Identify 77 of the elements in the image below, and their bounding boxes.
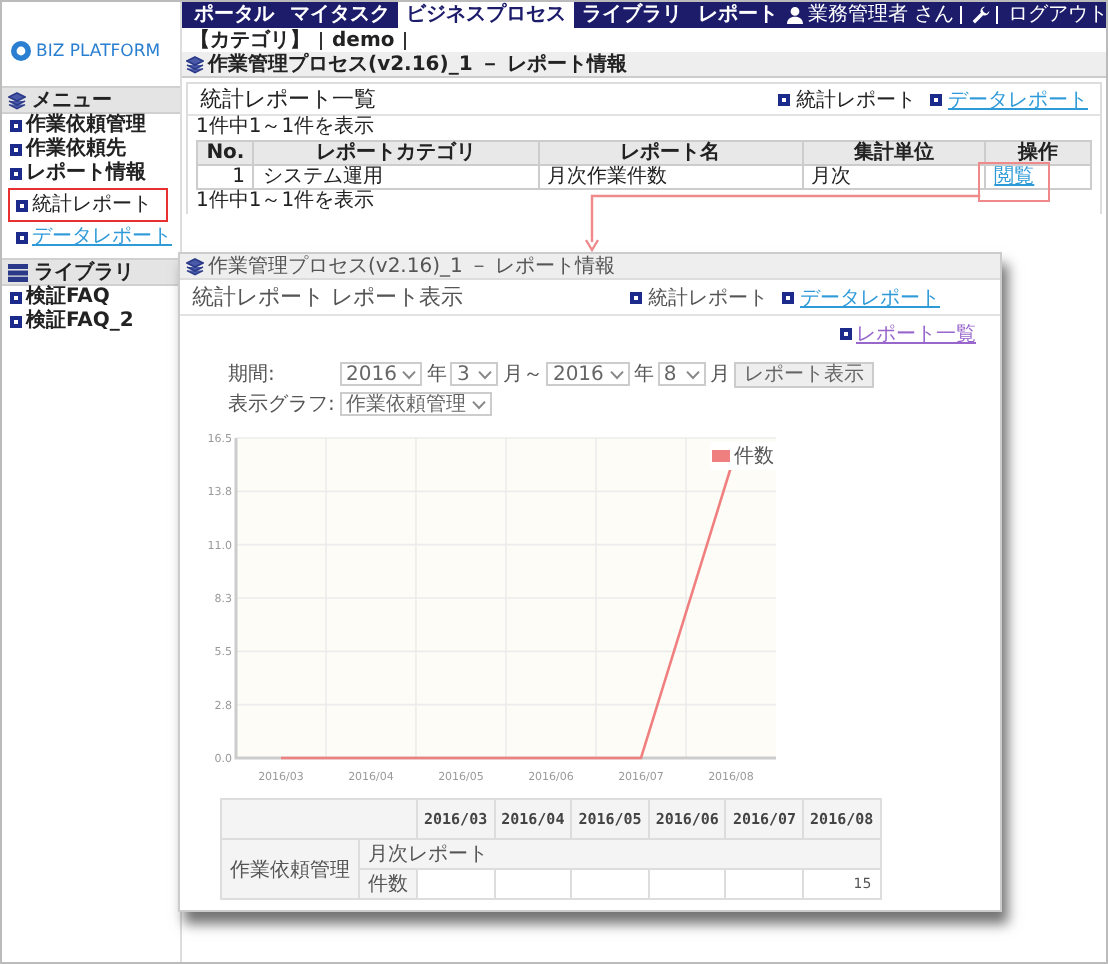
column-header: No.	[197, 141, 254, 165]
select-field[interactable]: 2016	[340, 362, 423, 386]
unit-label: 月	[709, 362, 730, 388]
row-group: 作業依頼管理	[221, 839, 359, 899]
bullet-icon	[10, 144, 22, 156]
report-label: 統計レポート	[796, 87, 916, 113]
unit-label: 年	[633, 362, 654, 388]
menu-item[interactable]: レポート情報	[26, 162, 146, 186]
menu-item[interactable]: 検証FAQ_2	[26, 310, 134, 334]
menu-item[interactable]: 検証FAQ	[26, 286, 110, 310]
select-field[interactable]: 8	[657, 362, 706, 386]
books-icon	[8, 263, 28, 281]
select-field[interactable]: 2016	[546, 362, 630, 386]
page-heading: 統計レポート レポート表示	[192, 282, 465, 312]
page-heading: 統計レポート一覧	[200, 84, 378, 114]
layers-icon	[186, 257, 204, 275]
select-field[interactable]: 3	[450, 362, 499, 386]
chevron-icon	[402, 369, 417, 379]
section-title: ライブラリ	[34, 259, 134, 285]
chevron-icon	[478, 369, 493, 379]
column-header: レポート名	[538, 141, 803, 165]
bullet-icon	[10, 292, 22, 304]
result-count: 1件中1～1件を表示	[194, 190, 377, 214]
process-title: 作業管理プロセス(v2.16)_1 － レポート情報	[208, 50, 627, 78]
nav-tab[interactable]: ビジネスプロセス	[398, 2, 574, 28]
menu-item[interactable]: 作業依頼管理	[26, 114, 146, 138]
breadcrumb-item[interactable]: 【カテゴリ】	[190, 31, 322, 49]
bullet-icon	[782, 291, 794, 303]
column-header: レポートカテゴリ	[253, 141, 539, 165]
layers-icon	[8, 91, 26, 109]
breadcrumb-item[interactable]: demo	[322, 31, 407, 49]
layers-icon	[186, 55, 204, 73]
nav-tab[interactable]: ライブラリ	[574, 2, 690, 28]
table-cell: 1	[197, 165, 254, 189]
bullet-icon	[10, 120, 22, 132]
legend-swatch	[712, 450, 730, 462]
table-cell: 月次	[802, 165, 986, 189]
column-header: 操作	[985, 141, 1091, 165]
show-report-button[interactable]: レポート表示	[733, 361, 874, 387]
unit-label: 月～	[502, 362, 543, 388]
nav-tab[interactable]: ポータル	[186, 2, 282, 28]
bullet-icon	[16, 232, 28, 244]
bullet-icon	[840, 327, 852, 339]
bullet-icon	[16, 200, 28, 212]
chevron-icon	[609, 369, 624, 379]
wrench-icon[interactable]	[972, 6, 991, 24]
row-subheading: 月次レポート	[359, 839, 881, 869]
window-title: 作業管理プロセス(v2.16)_1 － レポート情報	[208, 253, 616, 280]
unit-label: 年	[426, 362, 447, 388]
bullet-icon	[778, 93, 790, 105]
nav-tab[interactable]: レポート	[690, 2, 786, 28]
logo-icon	[10, 40, 32, 62]
bullet-icon	[10, 316, 22, 328]
table-cell: システム運用	[253, 165, 539, 189]
section-title: メニュー	[32, 88, 112, 113]
select-field[interactable]: 作業依頼管理	[340, 392, 492, 416]
chevron-icon	[472, 399, 486, 409]
report-list-link[interactable]: レポート一覧	[856, 319, 976, 347]
field-label: 表示グラフ:	[228, 391, 337, 418]
menu-item[interactable]: 統計レポート	[32, 194, 152, 218]
user-icon	[786, 6, 804, 24]
logout-link[interactable]: ログアウト	[1002, 6, 1106, 24]
bullet-icon	[930, 93, 942, 105]
user-name: 業務管理者 さん	[808, 6, 963, 24]
nav-tab[interactable]: マイタスク	[282, 2, 398, 28]
menu-item[interactable]: 作業依頼先	[26, 138, 126, 162]
column-header: 集計単位	[802, 141, 986, 165]
table-cell: 月次作業件数	[538, 165, 803, 189]
result-count: 1件中1～1件を表示	[194, 116, 377, 140]
report-label: 統計レポート	[648, 285, 768, 311]
row-label: 件数	[359, 869, 417, 899]
field-label: 期間:	[228, 361, 277, 388]
logo-text: BIZ PLATFORM	[36, 41, 161, 61]
bullet-icon	[10, 168, 22, 180]
chevron-icon	[685, 369, 700, 379]
bullet-icon	[630, 291, 642, 303]
legend-label: 件数	[734, 444, 774, 470]
